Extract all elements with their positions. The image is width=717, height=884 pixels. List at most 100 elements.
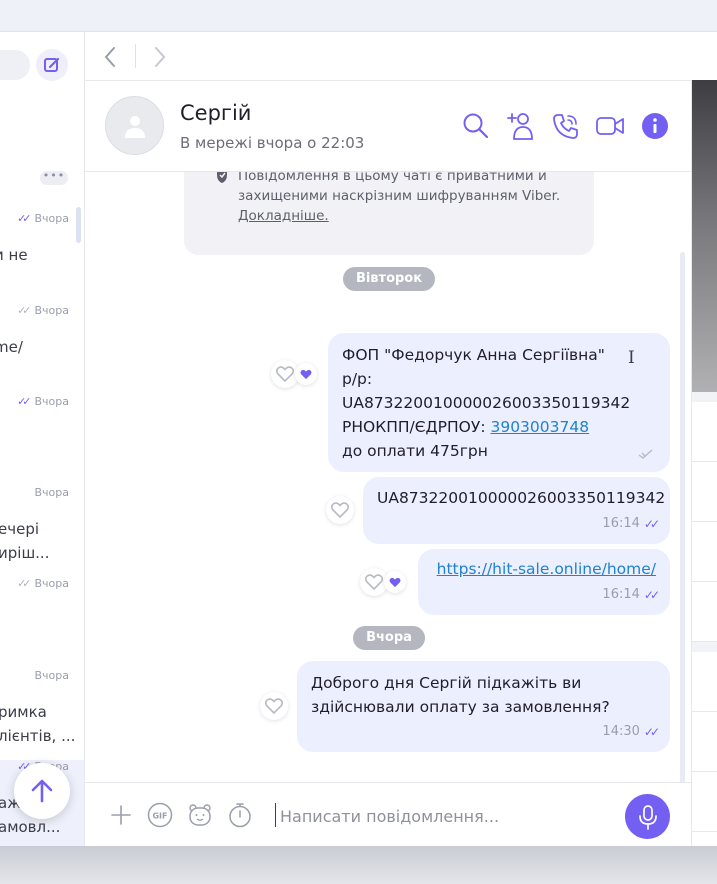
read-ticks-icon: ✓✓ [643, 725, 660, 739]
message-list: Повідомлення в цьому чаті є приватними й… [85, 172, 691, 782]
window-top-bar [0, 0, 717, 32]
panel-divider [692, 642, 717, 652]
avatar[interactable] [105, 96, 164, 155]
search-button[interactable] [461, 111, 491, 141]
timer-button[interactable] [226, 801, 254, 829]
message-time: 16:14 [602, 516, 640, 531]
info-icon [642, 113, 668, 139]
message-scrollbar[interactable] [680, 252, 685, 812]
info-panel-row[interactable] [692, 712, 717, 772]
message-text: UA873220010000026003350119342 [377, 489, 666, 507]
encryption-notice: Повідомлення в цьому чаті є приватними й… [184, 172, 594, 255]
contact-photo[interactable] [692, 80, 717, 392]
sticker-button[interactable] [186, 801, 214, 829]
reaction-badge[interactable] [295, 363, 317, 385]
compose-icon [44, 57, 60, 72]
voice-call-button[interactable] [551, 111, 581, 141]
conversation-pane: Сергій В мережі вчора о 22:03 Повідомлен… [85, 32, 691, 846]
message-text: Доброго дня Сергій підкажіть ви [311, 674, 582, 692]
message-bubble[interactable]: https://hit-sale.online/home/ 16:14 ✓✓ [418, 549, 670, 615]
forward-button[interactable] [147, 44, 173, 70]
read-ticks-icon: ✓✓ [17, 212, 32, 225]
list-item[interactable]: ✓✓Вчора me/ [0, 304, 84, 394]
list-item[interactable]: Вчора ечері иріш... [0, 486, 84, 576]
add-participant-button[interactable] [506, 111, 536, 141]
message-text: ФОП "Федорчук Анна Сергіївна" [342, 346, 605, 364]
chat-time: Вчора [34, 395, 70, 408]
message-text: р/р: UA873220010000026003350119342 [342, 370, 631, 412]
chat-preview: и не [0, 246, 28, 264]
heart-outline-icon [265, 698, 283, 714]
heart-outline-icon [365, 574, 383, 590]
like-button[interactable] [260, 692, 288, 720]
list-item[interactable]: ✓✓ Вчора [0, 577, 84, 667]
compose-button[interactable] [36, 49, 68, 81]
contact-name[interactable]: Сергій [180, 101, 251, 125]
message-bubble[interactable]: ФОП "Федорчук Анна Сергіївна" р/р: UA873… [328, 333, 670, 472]
user-silhouette-icon [124, 115, 145, 138]
chat-preview: иріш... [0, 544, 50, 562]
chat-preview: лієнтів, ... [0, 727, 76, 745]
chat-time: Вчора [34, 577, 70, 590]
chat-time: Вчора [34, 486, 70, 499]
info-panel-row[interactable] [692, 402, 717, 462]
url-link[interactable]: https://hit-sale.online/home/ [437, 560, 656, 578]
read-ticks-icon: ✓✓ [643, 588, 660, 602]
message-input[interactable] [280, 803, 610, 829]
list-item[interactable]: ✓✓Вчора и не [0, 212, 84, 302]
heart-filled-icon [389, 577, 401, 587]
window-bottom-edge [0, 846, 717, 884]
list-item[interactable]: Вчора римка лієнтів, ... [0, 669, 84, 759]
search-input[interactable] [0, 50, 30, 80]
text-cursor-icon: I [628, 348, 635, 368]
info-button[interactable] [640, 111, 670, 141]
more-options-button[interactable]: ••• [40, 170, 68, 185]
gif-icon: GIF [147, 802, 173, 828]
scroll-to-top-button[interactable] [14, 763, 70, 819]
info-panel-row[interactable] [692, 522, 717, 582]
info-panel-row[interactable] [692, 652, 717, 712]
add-user-icon [507, 113, 533, 140]
attach-button[interactable] [107, 801, 135, 829]
voice-message-button[interactable] [625, 794, 670, 839]
stopwatch-icon [229, 803, 251, 828]
info-panel-row[interactable] [692, 462, 717, 522]
phone-link[interactable]: 3903003748 [490, 418, 589, 436]
message-time: 16:14 [602, 587, 640, 602]
message-text-prefix: РНОКПП/ЄДРПОУ: [342, 418, 491, 436]
plus-icon [111, 805, 131, 825]
arrow-up-icon [31, 779, 53, 803]
video-call-button[interactable] [595, 111, 625, 141]
info-panel-row[interactable] [692, 772, 717, 832]
message-composer: GIF [85, 782, 691, 846]
info-panel-row[interactable] [692, 582, 717, 642]
chat-preview: ечері [0, 520, 40, 538]
date-separator: Вчора [353, 626, 425, 650]
like-button[interactable] [326, 496, 354, 524]
message-bubble[interactable]: Доброго дня Сергій підкажіть ви здійснюв… [297, 661, 670, 752]
learn-more-link[interactable]: Докладніше. [238, 208, 329, 224]
chevron-right-icon [155, 47, 166, 67]
heart-filled-icon [300, 369, 312, 379]
phone-icon [553, 114, 578, 139]
chat-header: Сергій В мережі вчора о 22:03 [85, 81, 691, 172]
nav-divider [135, 44, 136, 68]
contact-status: В мережі вчора о 22:03 [180, 134, 365, 152]
microphone-icon [638, 804, 657, 830]
text-caret [275, 803, 276, 827]
gif-button[interactable]: GIF [146, 801, 174, 829]
info-panel [691, 80, 717, 846]
search-icon [463, 113, 489, 139]
chevron-left-icon [104, 47, 115, 67]
reaction-badge[interactable] [384, 571, 406, 593]
chat-preview: me/ [0, 338, 23, 356]
date-separator: Вівторок [343, 267, 435, 291]
list-item[interactable]: ✓✓ Вчора [0, 395, 84, 485]
svg-text:GIF: GIF [152, 812, 167, 821]
back-button[interactable] [97, 44, 123, 70]
message-time: 14:30 [602, 724, 640, 739]
message-bubble[interactable]: UA873220010000026003350119342 16:14 ✓✓ [363, 477, 670, 544]
reactions [326, 496, 354, 524]
chat-preview: амовл... [0, 818, 61, 836]
heart-outline-icon [276, 366, 294, 382]
